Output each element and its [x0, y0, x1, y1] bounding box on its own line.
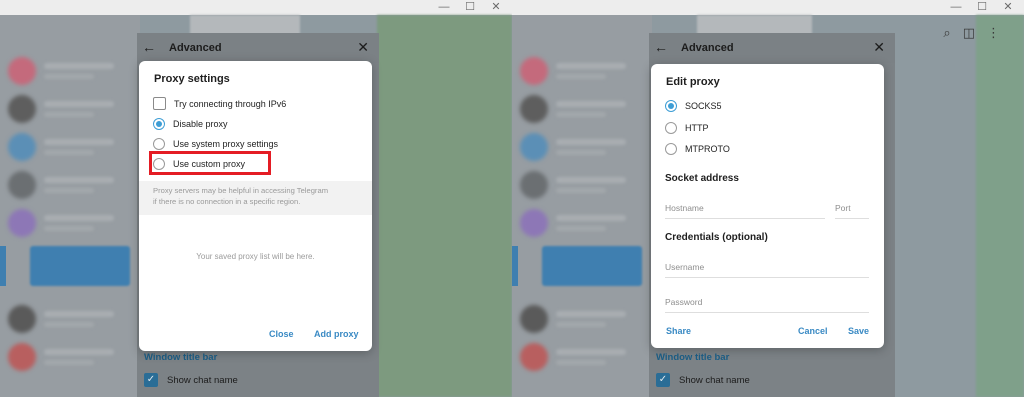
chat-background: [377, 15, 512, 397]
more-icon[interactable]: ⋮: [987, 25, 1000, 41]
option-label: Use system proxy settings: [173, 139, 279, 149]
checkmark-icon[interactable]: ✓: [656, 373, 670, 387]
back-arrow-icon[interactable]: ←: [654, 39, 668, 55]
option-label: HTTP: [685, 123, 709, 133]
back-arrow-icon[interactable]: ←: [142, 39, 156, 55]
proxy-type-socks5[interactable]: SOCKS5: [665, 100, 722, 112]
add-proxy-button[interactable]: Add proxy: [314, 329, 359, 339]
info-text-line: if there is no connection in a specific …: [153, 197, 301, 206]
chat-row[interactable]: [518, 53, 646, 89]
checkmark-icon[interactable]: ✓: [144, 373, 158, 387]
window-title-bar-heading: Window title bar: [656, 352, 730, 363]
chat-list: [0, 15, 140, 397]
settings-header: ← Advanced ✕: [649, 33, 895, 63]
option-label: SOCKS5: [685, 101, 722, 111]
proxy-type-mtproto[interactable]: MTPROTO: [665, 143, 730, 155]
option-label: Disable proxy: [173, 119, 228, 129]
selected-chat-row[interactable]: [30, 246, 130, 286]
chat-list: [512, 15, 652, 397]
socket-address-heading: Socket address: [665, 173, 739, 184]
search-bar[interactable]: [697, 15, 812, 35]
show-chat-name-label: Show chat name: [167, 374, 238, 386]
try-ipv6-option[interactable]: Try connecting through IPv6: [153, 97, 286, 110]
columns-icon[interactable]: ◫: [963, 25, 975, 41]
share-button[interactable]: Share: [666, 326, 691, 336]
radio-selected-icon[interactable]: [153, 118, 165, 130]
hostname-field[interactable]: Hostname: [665, 199, 825, 219]
window-titlebar: — ☐ ✕: [0, 0, 512, 15]
close-button[interactable]: Close: [269, 329, 294, 339]
maximize-icon[interactable]: ☐: [464, 0, 476, 15]
search-bar[interactable]: [190, 15, 300, 35]
chat-row[interactable]: [6, 91, 134, 127]
chat-row[interactable]: [518, 91, 646, 127]
chat-row[interactable]: [6, 339, 134, 375]
chat-background: [976, 15, 1024, 397]
chat-row[interactable]: [518, 129, 646, 165]
chat-row[interactable]: [518, 205, 646, 241]
checkbox[interactable]: [153, 97, 166, 110]
proxy-info-band: Proxy servers may be helpful in accessin…: [139, 181, 372, 215]
system-proxy-option[interactable]: Use system proxy settings: [153, 138, 278, 150]
chat-row[interactable]: [6, 53, 134, 89]
option-label: Try connecting through IPv6: [174, 98, 287, 109]
close-window-icon[interactable]: ✕: [1002, 0, 1014, 15]
dialog-title: Proxy settings: [154, 73, 230, 85]
info-text-line: Proxy servers may be helpful in accessin…: [153, 186, 329, 195]
highlight-annotation: [149, 151, 271, 175]
radio-selected-icon[interactable]: [665, 100, 677, 112]
disable-proxy-option[interactable]: Disable proxy: [153, 118, 228, 130]
close-icon[interactable]: ✕: [357, 39, 369, 56]
chat-row[interactable]: [6, 301, 134, 337]
settings-header: ← Advanced ✕: [137, 33, 379, 63]
cancel-button[interactable]: Cancel: [798, 326, 828, 336]
minimize-icon[interactable]: —: [438, 0, 450, 15]
edit-proxy-dialog: Edit proxy SOCKS5 HTTP MTPROTO Socket ad…: [651, 64, 884, 348]
proxy-type-http[interactable]: HTTP: [665, 122, 709, 134]
close-window-icon[interactable]: ✕: [490, 0, 502, 15]
maximize-icon[interactable]: ☐: [976, 0, 988, 15]
chat-row[interactable]: [6, 205, 134, 241]
selected-chat-row[interactable]: [542, 246, 642, 286]
username-field[interactable]: Username: [665, 258, 869, 278]
settings-title: Advanced: [169, 42, 222, 54]
empty-proxy-list-message: Your saved proxy list will be here.: [196, 252, 315, 261]
password-field[interactable]: Password: [665, 293, 869, 313]
port-field[interactable]: Port: [835, 199, 869, 219]
show-chat-name-row[interactable]: ✓ Show chat name: [656, 373, 750, 387]
radio-icon[interactable]: [153, 138, 165, 150]
chat-row[interactable]: [518, 339, 646, 375]
settings-title: Advanced: [681, 42, 734, 54]
chat-row[interactable]: [6, 129, 134, 165]
chat-row[interactable]: [518, 167, 646, 203]
proxy-settings-dialog: Proxy settings Try connecting through IP…: [139, 61, 372, 351]
minimize-icon[interactable]: —: [950, 0, 962, 15]
radio-icon[interactable]: [665, 143, 677, 155]
save-button[interactable]: Save: [848, 326, 869, 336]
window-title-bar-heading: Window title bar: [144, 352, 218, 363]
selected-chat-marker: [0, 246, 6, 286]
window-titlebar: — ☐ ✕: [512, 0, 1024, 15]
chat-row[interactable]: [518, 301, 646, 337]
selected-chat-marker: [512, 246, 518, 286]
search-icon[interactable]: ⌕: [943, 25, 950, 41]
chat-header-icons: ⌕ ◫ ⋮: [943, 25, 1000, 41]
left-screenshot: — ☐ ✕ ← Advanced ✕ Window title bar ✓ Sh…: [0, 0, 512, 397]
show-chat-name-row[interactable]: ✓ Show chat name: [144, 373, 238, 387]
show-chat-name-label: Show chat name: [679, 374, 750, 386]
option-label: MTPROTO: [685, 144, 730, 154]
credentials-heading: Credentials (optional): [665, 232, 768, 243]
close-icon[interactable]: ✕: [873, 39, 885, 56]
chat-row[interactable]: [6, 167, 134, 203]
dialog-title: Edit proxy: [666, 76, 720, 88]
radio-icon[interactable]: [665, 122, 677, 134]
